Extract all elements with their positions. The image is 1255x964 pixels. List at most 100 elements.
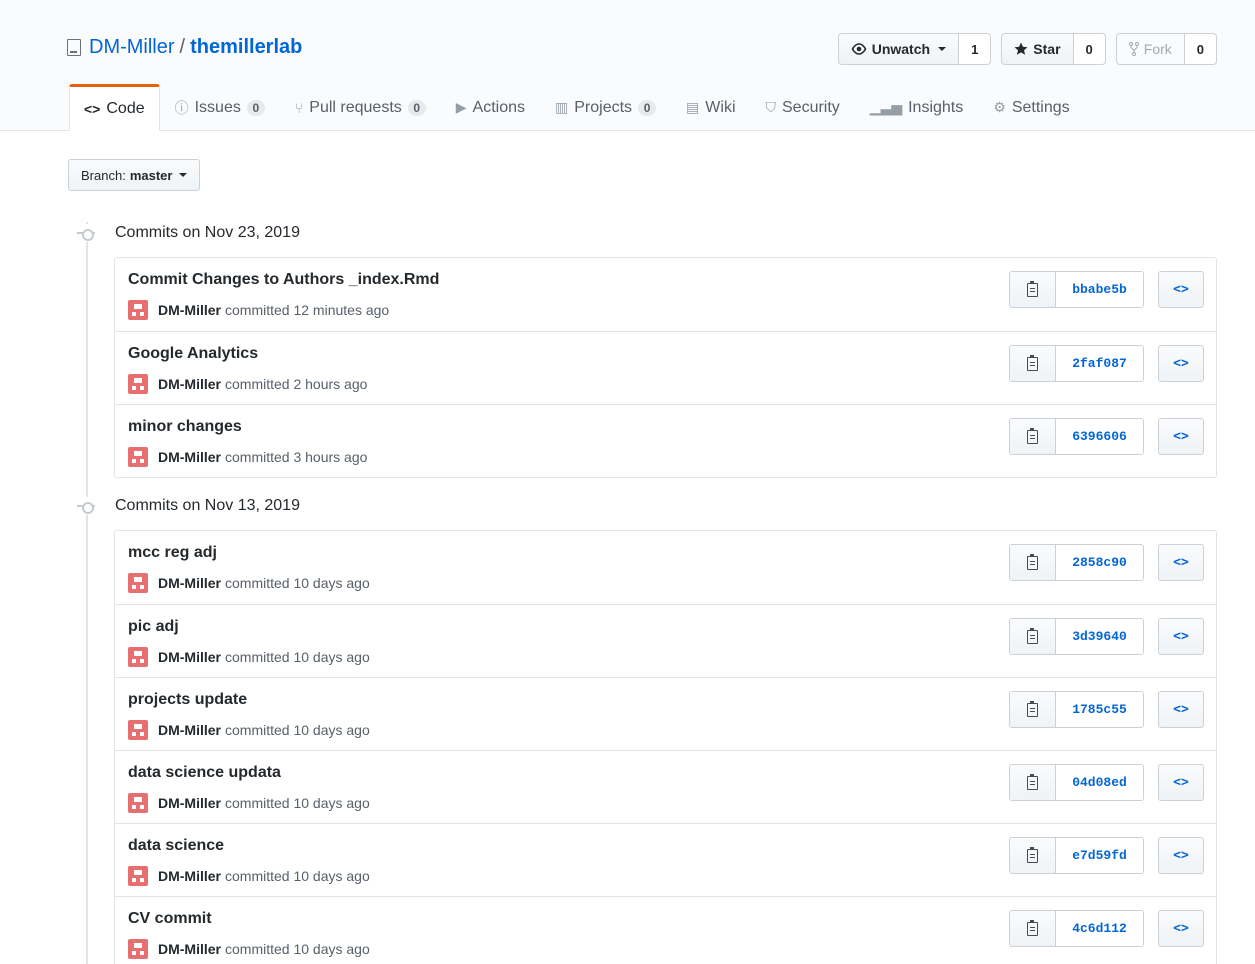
commit-author-link[interactable]: DM-Miller bbox=[158, 449, 221, 465]
commit-sha-link[interactable]: 4c6d112 bbox=[1056, 911, 1143, 946]
unwatch-label: Unwatch bbox=[871, 41, 931, 57]
commit-message-link[interactable]: Google Analytics bbox=[128, 345, 258, 363]
copy-sha-button[interactable] bbox=[1010, 545, 1056, 580]
copy-sha-button[interactable] bbox=[1010, 419, 1056, 454]
commit-time: 3 hours ago bbox=[293, 449, 368, 465]
browse-repo-button[interactable]: <> bbox=[1158, 764, 1204, 801]
repo-name-link[interactable]: themillerlab bbox=[190, 36, 302, 59]
clipboard-icon bbox=[1027, 846, 1038, 863]
copy-sha-button[interactable] bbox=[1010, 765, 1056, 800]
commit-message-link[interactable]: mcc reg adj bbox=[128, 544, 217, 562]
avatar[interactable] bbox=[128, 939, 148, 959]
branch-selector-button[interactable]: Branch: master bbox=[68, 159, 201, 191]
tab-insights[interactable]: ▁▃▅ Insights bbox=[855, 84, 978, 131]
commit-actions: e7d59fd <> bbox=[1009, 837, 1204, 874]
repo-owner-link[interactable]: DM-Miller bbox=[89, 36, 175, 59]
commit-sha-link[interactable]: e7d59fd bbox=[1056, 838, 1143, 873]
fork-button[interactable]: Fork bbox=[1115, 33, 1185, 65]
copy-sha-button[interactable] bbox=[1010, 911, 1056, 946]
commit-action: committed bbox=[225, 449, 290, 465]
tab-security[interactable]: ⛉ Security bbox=[751, 84, 855, 131]
tab-wiki[interactable]: ▤ Wiki bbox=[671, 84, 750, 131]
commit-sha-link[interactable]: bbabe5b bbox=[1056, 272, 1143, 307]
commit-author-link[interactable]: DM-Miller bbox=[158, 795, 221, 811]
unwatch-button[interactable]: Unwatch bbox=[837, 33, 960, 65]
commit-group-title: Commits on Nov 13, 2019 bbox=[77, 497, 300, 515]
commit-message-link[interactable]: CV commit bbox=[128, 910, 212, 928]
commit-sha-link[interactable]: 6396606 bbox=[1056, 419, 1143, 454]
copy-sha-button[interactable] bbox=[1010, 346, 1056, 381]
branch-label: Branch: bbox=[81, 167, 126, 183]
clipboard-icon bbox=[1027, 627, 1038, 644]
commit-sha-link[interactable]: 2faf087 bbox=[1056, 346, 1143, 381]
commit-message-link[interactable]: Commit Changes to Authors _index.Rmd bbox=[128, 271, 439, 289]
avatar[interactable] bbox=[128, 447, 148, 467]
commit-row: projects update DM-Miller committed 10 d… bbox=[115, 677, 1216, 750]
avatar[interactable] bbox=[128, 573, 148, 593]
commit-message-link[interactable]: pic adj bbox=[128, 618, 179, 636]
tab-issues[interactable]: ⓘ Issues 0 bbox=[160, 84, 280, 131]
browse-repo-button[interactable]: <> bbox=[1158, 618, 1204, 655]
graph-icon: ▁▃▅ bbox=[869, 99, 903, 115]
commit-author-link[interactable]: DM-Miller bbox=[158, 722, 221, 738]
commit-author-link[interactable]: DM-Miller bbox=[158, 649, 221, 665]
clipboard-icon bbox=[1027, 427, 1038, 444]
copy-sha-button[interactable] bbox=[1010, 619, 1056, 654]
commit-author-link[interactable]: DM-Miller bbox=[158, 376, 221, 392]
commit-row: data science DM-Miller committed 10 days… bbox=[115, 823, 1216, 896]
commit-sha-link[interactable]: 04d08ed bbox=[1056, 765, 1143, 800]
commit-author-link[interactable]: DM-Miller bbox=[158, 575, 221, 591]
clipboard-icon bbox=[1027, 919, 1038, 936]
fork-group: Fork 0 bbox=[1115, 33, 1217, 65]
commit-author-link[interactable]: DM-Miller bbox=[158, 302, 221, 318]
star-button[interactable]: Star bbox=[1001, 33, 1074, 65]
clipboard-icon bbox=[1027, 553, 1038, 570]
browse-repo-button[interactable]: <> bbox=[1158, 418, 1204, 455]
repo-header: DM-Miller / themillerlab Unwatch 1 Star … bbox=[0, 0, 1255, 131]
browse-repo-button[interactable]: <> bbox=[1158, 691, 1204, 728]
commit-sha-link[interactable]: 3d39640 bbox=[1056, 619, 1143, 654]
commit-author-link[interactable]: DM-Miller bbox=[158, 941, 221, 957]
browse-repo-button[interactable]: <> bbox=[1158, 271, 1204, 308]
commit-message-link[interactable]: data science updata bbox=[128, 764, 281, 782]
commit-message-link[interactable]: data science bbox=[128, 837, 224, 855]
commit-time: 10 days ago bbox=[293, 722, 370, 738]
avatar[interactable] bbox=[128, 793, 148, 813]
forks-count[interactable]: 0 bbox=[1184, 33, 1217, 65]
pull-requests-counter: 0 bbox=[407, 99, 426, 116]
commit-row: data science updata DM-Miller committed … bbox=[115, 750, 1216, 823]
tab-projects[interactable]: ▥ Projects 0 bbox=[540, 84, 671, 131]
commit-actions: 2faf087 <> bbox=[1009, 345, 1204, 382]
copy-sha-button[interactable] bbox=[1010, 838, 1056, 873]
browse-repo-button[interactable]: <> bbox=[1158, 544, 1204, 581]
tab-actions[interactable]: ▶ Actions bbox=[441, 84, 540, 131]
avatar[interactable] bbox=[128, 300, 148, 320]
copy-sha-button[interactable] bbox=[1010, 692, 1056, 727]
stars-count[interactable]: 0 bbox=[1073, 33, 1106, 65]
avatar[interactable] bbox=[128, 647, 148, 667]
star-group: Star 0 bbox=[1001, 33, 1106, 65]
tab-pull-requests[interactable]: ⑂ Pull requests 0 bbox=[280, 84, 441, 131]
avatar[interactable] bbox=[128, 720, 148, 740]
copy-sha-button[interactable] bbox=[1010, 272, 1056, 307]
commit-sha-link[interactable]: 2858c90 bbox=[1056, 545, 1143, 580]
commit-timeline-line bbox=[86, 222, 88, 964]
commit-message-link[interactable]: projects update bbox=[128, 691, 247, 709]
tab-code[interactable]: <> Code bbox=[69, 84, 160, 131]
sha-button-group: 4c6d112 bbox=[1009, 910, 1144, 947]
tab-label: Security bbox=[782, 98, 840, 116]
commit-author-link[interactable]: DM-Miller bbox=[158, 868, 221, 884]
commit-row: minor changes DM-Miller committed 3 hour… bbox=[115, 404, 1216, 477]
browse-repo-button[interactable]: <> bbox=[1158, 345, 1204, 382]
browse-repo-button[interactable]: <> bbox=[1158, 910, 1204, 947]
commit-message-link[interactable]: minor changes bbox=[128, 418, 242, 436]
commit-sha-link[interactable]: 1785c55 bbox=[1056, 692, 1143, 727]
avatar[interactable] bbox=[128, 374, 148, 394]
tab-settings[interactable]: ⚙ Settings bbox=[978, 84, 1084, 131]
commit-row: pic adj DM-Miller committed 10 days ago … bbox=[115, 604, 1216, 677]
commit-action: committed bbox=[225, 795, 290, 811]
sha-button-group: 1785c55 bbox=[1009, 691, 1144, 728]
watchers-count[interactable]: 1 bbox=[959, 33, 992, 65]
avatar[interactable] bbox=[128, 866, 148, 886]
browse-repo-button[interactable]: <> bbox=[1158, 837, 1204, 874]
